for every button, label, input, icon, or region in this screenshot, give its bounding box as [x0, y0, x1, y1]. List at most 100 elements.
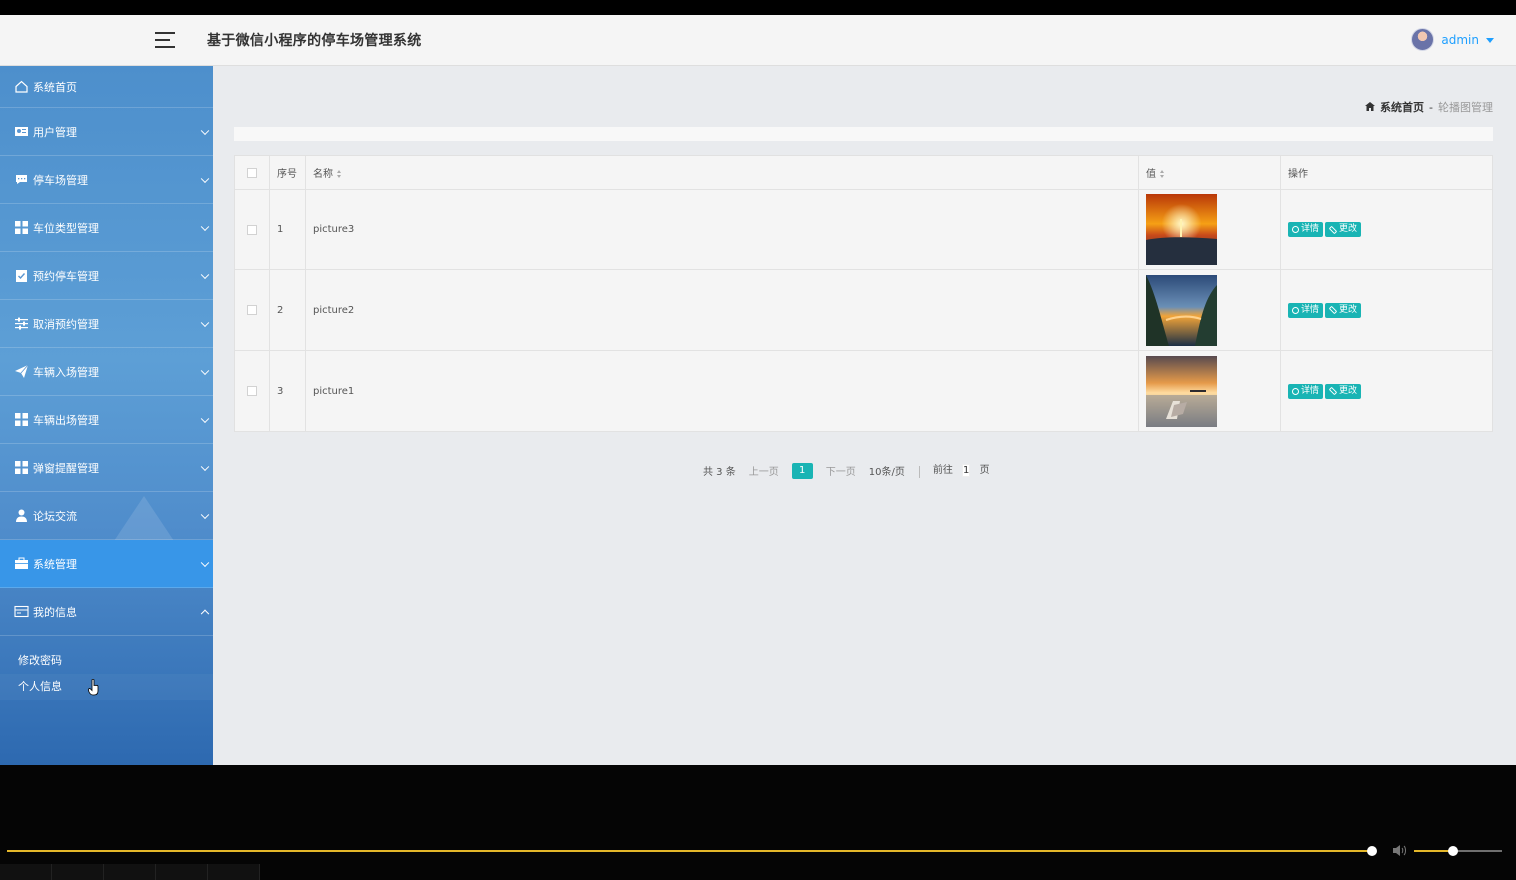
name-header-label[interactable]: 名称 — [313, 165, 333, 180]
app-title: 基于微信小程序的停车场管理系统 — [207, 33, 422, 49]
detail-button-label: 详情 — [1301, 304, 1320, 315]
chevron-down-icon[interactable] — [200, 558, 210, 567]
edit-button[interactable]: 更改 — [1325, 383, 1362, 399]
sidebar-item-label: 车辆出场管理 — [33, 413, 99, 427]
goto-page-input[interactable]: 1 — [962, 464, 971, 477]
browser-frame: 基于微信小程序的停车场管理系统 admin 系统首页 用户管理 停车场管理 车位… — [0, 15, 1516, 765]
sidebar-item-forum[interactable]: 论坛交流 — [0, 492, 213, 540]
detail-button-label: 详情 — [1301, 224, 1320, 234]
player-control-button[interactable] — [52, 864, 104, 880]
sidebar-item-popup-reminder-management[interactable]: 弹窗提醒管理 — [0, 444, 213, 492]
user-management-icon — [14, 124, 29, 139]
next-page-button[interactable]: 下一页 — [826, 463, 856, 478]
caret-down-icon[interactable] — [1486, 38, 1494, 43]
goto-page: 前往 1 页 — [933, 461, 990, 480]
calendar-check-icon — [14, 268, 29, 283]
message-icon — [14, 172, 29, 187]
chevron-down-icon[interactable] — [200, 510, 210, 519]
detail-button[interactable]: 详情 — [1288, 222, 1324, 237]
sidebar-item-home[interactable]: 系统首页 — [0, 66, 213, 108]
sidebar-item-label: 车位类型管理 — [33, 221, 99, 235]
page-size-select[interactable]: 10条/页 — [869, 463, 920, 478]
menu-toggle-icon[interactable] — [155, 32, 175, 48]
chevron-down-icon[interactable] — [200, 318, 210, 327]
edit-button[interactable]: 更改 — [1325, 302, 1362, 318]
row-index-cell: 1 — [270, 190, 306, 269]
player-control-button[interactable] — [156, 864, 208, 880]
volume-slider-knob[interactable] — [1448, 846, 1458, 856]
page-size-label[interactable]: 10条/页 — [869, 467, 905, 478]
sidebar-item-label: 系统管理 — [33, 557, 77, 571]
top-header: 基于微信小程序的停车场管理系统 admin — [0, 15, 1516, 66]
row-index: 1 — [277, 224, 284, 235]
chevron-down-icon[interactable] — [200, 222, 210, 231]
sort-icon[interactable] — [1160, 169, 1165, 178]
sidebar-item-label: 论坛交流 — [33, 509, 77, 523]
sidebar-item-space-type-management[interactable]: 车位类型管理 — [0, 204, 213, 252]
row-name-cell: picture2 — [306, 270, 1139, 350]
playback-progress-bar[interactable] — [7, 850, 1373, 852]
carousel-image-thumbnail[interactable] — [1146, 194, 1217, 265]
goto-prefix: 前往 — [932, 465, 953, 476]
edit-button[interactable]: 更改 — [1325, 222, 1362, 237]
carousel-table: 序号 名称 值 操作 1 picture3 详情 更改 2 picture2 详… — [234, 155, 1493, 432]
sort-icon[interactable] — [337, 169, 342, 178]
carousel-image-thumbnail[interactable] — [1146, 274, 1217, 346]
previous-page-button[interactable]: 上一页 — [749, 463, 779, 478]
chevron-up-icon[interactable] — [200, 609, 210, 618]
current-page-button[interactable]: 1 — [791, 462, 813, 479]
row-name: picture2 — [313, 304, 355, 316]
sidebar-item-my-info[interactable]: 我的信息 — [0, 588, 213, 636]
playback-progress-knob[interactable] — [1367, 846, 1377, 856]
sidebar-item-system-management[interactable]: 系统管理 — [0, 540, 213, 588]
sidebar-item-reservation-management[interactable]: 预约停车管理 — [0, 252, 213, 300]
row-actions-cell: 详情 更改 — [1281, 270, 1494, 350]
sidebar-item-label: 预约停车管理 — [33, 269, 99, 283]
header-value-cell[interactable]: 值 — [1139, 156, 1281, 189]
row-checkbox[interactable] — [247, 386, 257, 396]
detail-button[interactable]: 详情 — [1288, 383, 1324, 399]
player-control-button[interactable] — [208, 864, 260, 880]
chevron-down-icon[interactable] — [200, 462, 210, 471]
user-avatar[interactable] — [1411, 28, 1435, 51]
breadcrumb-home[interactable]: 系统首页 — [1380, 99, 1424, 115]
goto-suffix: 页 — [979, 465, 990, 476]
chevron-down-icon[interactable] — [200, 174, 210, 183]
sidebar-item-user-management[interactable]: 用户管理 — [0, 108, 213, 156]
table-header-row: 序号 名称 值 操作 — [235, 156, 1492, 190]
chevron-down-icon[interactable] — [200, 126, 210, 135]
sliders-icon — [14, 316, 29, 331]
select-all-checkbox[interactable] — [247, 167, 257, 178]
edit-button-label: 更改 — [1339, 304, 1358, 315]
volume-icon[interactable] — [1392, 844, 1408, 857]
sidebar-item-parking-lot-management[interactable]: 停车场管理 — [0, 156, 213, 204]
row-name-cell: picture1 — [306, 351, 1139, 431]
chevron-down-icon[interactable] — [918, 466, 920, 478]
hand-cursor-icon — [88, 679, 99, 696]
player-control-button[interactable] — [104, 864, 156, 880]
header-name-cell[interactable]: 名称 — [306, 156, 1139, 189]
search-toolbar-strip — [234, 127, 1493, 141]
value-header-label[interactable]: 值 — [1146, 165, 1156, 180]
row-checkbox[interactable] — [247, 305, 257, 315]
row-actions-cell: 详情 更改 — [1281, 351, 1494, 431]
submenu-item-personal-info[interactable]: 个人信息 — [0, 674, 213, 700]
sidebar-item-vehicle-entry-management[interactable]: 车辆入场管理 — [0, 348, 213, 396]
pagination: 共 3 条 上一页 1 下一页 10条/页 前往 1 页 — [703, 461, 1003, 480]
row-checkbox[interactable] — [247, 224, 257, 235]
chevron-down-icon[interactable] — [200, 366, 210, 375]
sidebar-item-vehicle-exit-management[interactable]: 车辆出场管理 — [0, 396, 213, 444]
breadcrumb: 系统首页 - 轮播图管理 — [1365, 99, 1493, 115]
player-bottom-controls — [0, 864, 1516, 880]
chevron-down-icon[interactable] — [200, 270, 210, 279]
player-control-button[interactable] — [0, 864, 52, 880]
carousel-image-thumbnail[interactable] — [1146, 355, 1217, 427]
submenu-item-change-password[interactable]: 修改密码 — [0, 648, 213, 674]
home-icon[interactable] — [1365, 101, 1376, 114]
chevron-down-icon[interactable] — [200, 414, 210, 423]
detail-button[interactable]: 详情 — [1288, 302, 1324, 318]
table-row: 3 picture1 详情 更改 — [235, 351, 1492, 432]
sidebar-item-cancel-reservation-management[interactable]: 取消预约管理 — [0, 300, 213, 348]
username-label[interactable]: admin — [1441, 33, 1479, 47]
user-menu[interactable]: admin — [1411, 28, 1494, 51]
